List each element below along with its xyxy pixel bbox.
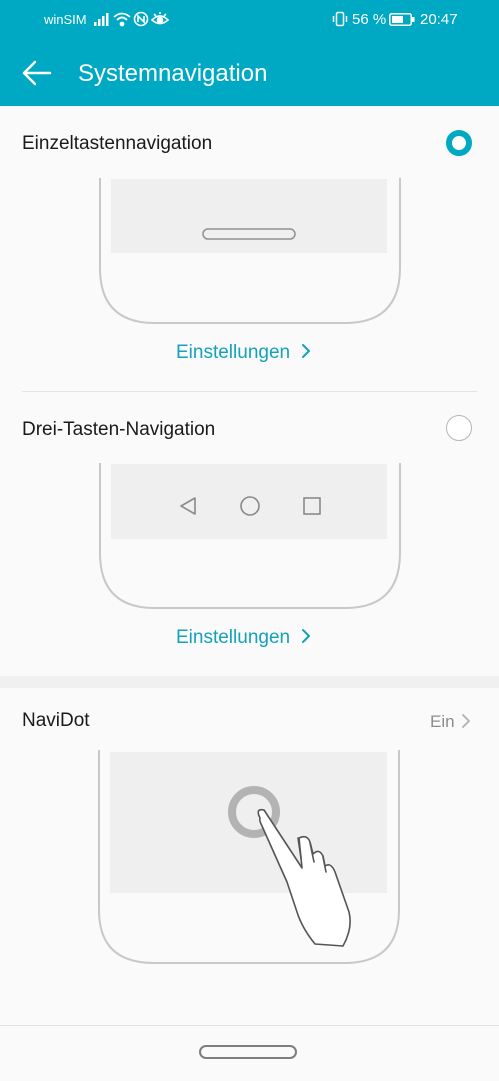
settings-link-label: Einstellungen xyxy=(176,627,291,648)
system-navigation-bar xyxy=(0,1025,499,1081)
app-bar: Systemnavigation xyxy=(0,38,499,106)
status-icons xyxy=(94,11,170,27)
chevron-right-icon xyxy=(462,714,470,728)
eye-comfort-icon xyxy=(150,12,170,25)
page-title: Systemnavigation xyxy=(78,60,268,87)
option-label-three-key[interactable]: Drei-Tasten-Navigation xyxy=(22,419,215,441)
back-arrow-icon[interactable] xyxy=(20,58,54,88)
wifi-icon xyxy=(113,12,131,27)
settings-link-label: Einstellungen xyxy=(176,342,291,363)
navidot-illustration xyxy=(98,750,400,964)
navidot-label: NaviDot xyxy=(22,710,90,731)
divider xyxy=(22,391,477,392)
battery-icon xyxy=(389,13,415,26)
settings-link-single-key[interactable]: Einstellungen xyxy=(176,342,313,364)
carrier-label: winSIM xyxy=(44,12,87,27)
nfc-icon xyxy=(133,11,149,27)
option-label-single-key[interactable]: Einzeltastennavigation xyxy=(22,133,212,155)
radio-single-key-selected[interactable] xyxy=(446,130,472,156)
home-pill-button[interactable] xyxy=(199,1045,297,1059)
battery-percent: 56 % xyxy=(352,11,387,28)
three-key-navigation-illustration xyxy=(99,463,401,609)
vibrate-icon xyxy=(332,11,348,27)
single-key-navigation-illustration xyxy=(99,178,401,324)
status-bar: winSIM 56 % 20:47 xyxy=(0,0,499,38)
settings-link-three-key[interactable]: Einstellungen xyxy=(176,627,313,649)
clock: 20:47 xyxy=(420,11,458,28)
chevron-right-icon xyxy=(302,344,311,358)
navidot-value: Ein xyxy=(430,712,455,731)
navidot-row[interactable]: NaviDot Ein xyxy=(0,688,499,750)
radio-three-key-unselected[interactable] xyxy=(446,415,472,441)
group-separator xyxy=(0,676,499,688)
signal-icon xyxy=(94,13,109,26)
chevron-right-icon xyxy=(302,629,311,643)
